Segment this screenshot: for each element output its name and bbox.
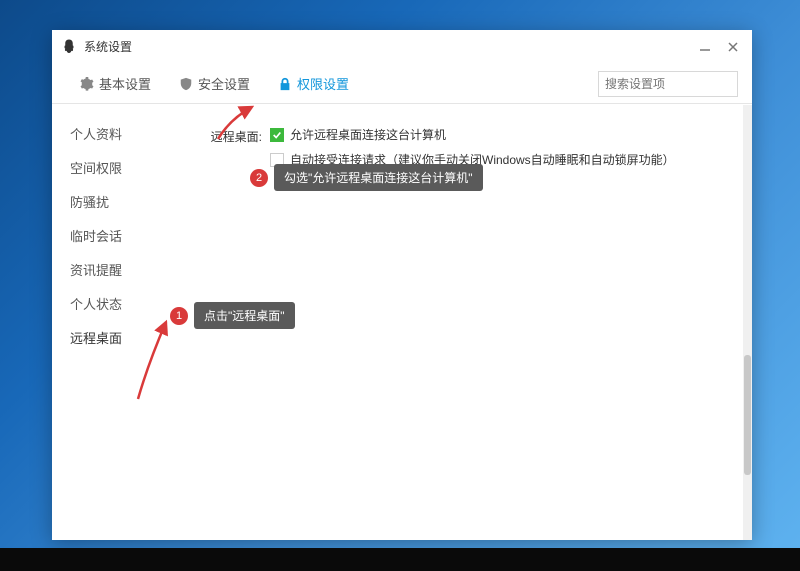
tab-label: 安全设置 [198,74,250,93]
tab-label: 基本设置 [99,74,151,93]
settings-window: 系统设置 基本设置 安全设置 权限设置 [52,30,752,540]
close-button[interactable] [726,40,740,54]
window-title: 系统设置 [84,38,698,55]
sidebar-item-news[interactable]: 资讯提醒 [52,252,180,286]
annotation-badge-2: 2 [250,169,268,187]
sidebar-item-antiharass[interactable]: 防骚扰 [52,184,180,218]
scrollbar-track[interactable] [743,105,752,540]
taskbar[interactable] [0,548,800,571]
shield-icon [179,77,193,91]
annotation-text-1: 点击"远程桌面" [194,302,295,329]
tab-security[interactable]: 安全设置 [165,64,264,103]
search-box[interactable] [598,71,738,97]
option-allow-remote: 允许远程桌面连接这台计算机 [290,126,446,143]
titlebar: 系统设置 [52,30,752,64]
content-area: 个人资料 空间权限 防骚扰 临时会话 资讯提醒 个人状态 远程桌面 远程桌面: … [52,104,752,540]
tab-label: 权限设置 [297,74,349,93]
lock-icon [278,77,292,91]
scrollbar-thumb[interactable] [744,355,751,475]
annotation-1: 1 点击"远程桌面" [170,302,295,329]
tab-permissions[interactable]: 权限设置 [264,64,363,103]
app-icon [60,38,78,56]
main-panel: 远程桌面: 允许远程桌面连接这台计算机 自动接受连接请求（建议你手动关闭Wind… [180,104,752,540]
arrow-to-checkbox [210,99,260,144]
sidebar-item-space[interactable]: 空间权限 [52,150,180,184]
search-input[interactable] [605,77,760,91]
sidebar-item-profile[interactable]: 个人资料 [52,116,180,150]
gear-icon [80,77,94,91]
sidebar-item-tempsession[interactable]: 临时会话 [52,218,180,252]
annotation-2: 2 勾选"允许远程桌面连接这台计算机" [250,164,483,191]
checkbox-allow-remote[interactable] [270,128,284,142]
arrow-to-sidebar [118,314,178,404]
tabs-row: 基本设置 安全设置 权限设置 [52,64,752,104]
annotation-text-2: 勾选"允许远程桌面连接这台计算机" [274,164,483,191]
tab-basic[interactable]: 基本设置 [66,64,165,103]
minimize-button[interactable] [698,40,712,54]
